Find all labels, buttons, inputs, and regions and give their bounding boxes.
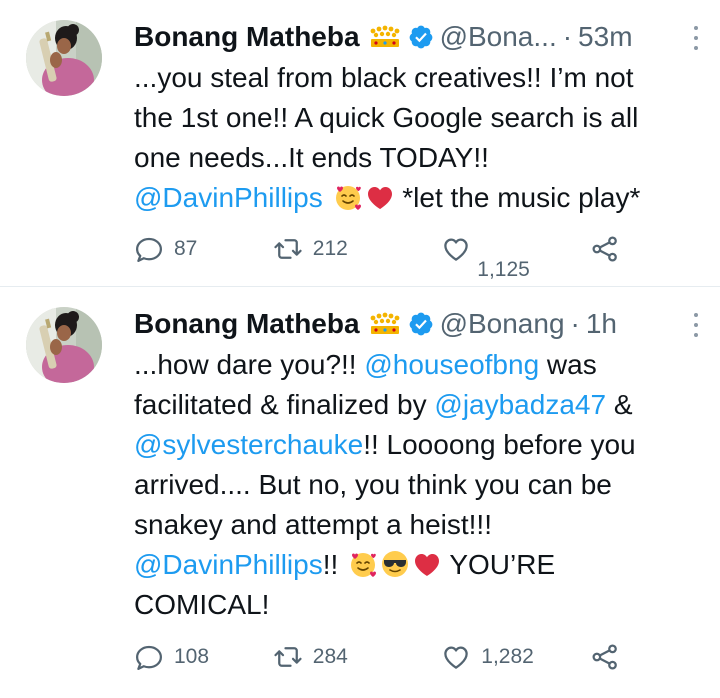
red-heart-emoji-icon (412, 549, 442, 579)
separator-dot: · (562, 21, 573, 52)
avatar-image (26, 20, 102, 96)
text-line: ...how dare you?!! @houseofbng was (134, 345, 700, 385)
smiling-face-with-hearts-emoji-icon (333, 182, 363, 212)
tweet-actions: 87 212 1,125 (134, 234, 620, 281)
text-line: facilitated & finalized by @jaybadza47 & (134, 385, 700, 425)
retweet-icon (273, 642, 303, 672)
text-line: @sylvesterchauke!! Loooong before you (134, 425, 700, 465)
like-count: 1,282 (481, 645, 534, 668)
tweet-header: Bonang Matheba @Bonang · 1h (134, 305, 700, 343)
author-handle[interactable]: @Bona... (440, 18, 557, 56)
retweet-button[interactable]: 212 (273, 234, 442, 264)
reply-icon (134, 234, 164, 264)
text-line: one needs...It ends TODAY!! (134, 142, 489, 173)
like-button[interactable]: 1,282 (441, 642, 590, 672)
author-name[interactable]: Bonang Matheba (134, 18, 360, 56)
text-line: the 1st one!! A quick Google search is a… (134, 102, 639, 133)
text-segment: was (539, 349, 597, 380)
text-segment: !! Loooong before you (363, 429, 636, 460)
sunglasses-emoji-icon (380, 549, 410, 579)
reply-icon (134, 642, 164, 672)
mention-link[interactable]: @DavinPhillips (134, 182, 323, 213)
text-segment: !! (322, 549, 347, 580)
reply-button[interactable]: 87 (134, 234, 273, 264)
reply-count: 87 (174, 237, 198, 260)
retweet-count: 284 (312, 645, 348, 668)
text-line: COMICAL! (134, 589, 270, 620)
heart-icon (441, 642, 471, 672)
heart-icon (441, 234, 471, 264)
avatar[interactable] (26, 20, 102, 96)
text-line: arrived.... But no, you think you can be (134, 469, 612, 500)
author-name[interactable]: Bonang Matheba (134, 305, 360, 343)
share-button[interactable] (590, 642, 620, 672)
text-segment: facilitated & finalized by (134, 389, 435, 420)
mention-link[interactable]: @DavinPhillips (134, 549, 323, 580)
share-button[interactable] (590, 234, 620, 264)
mention-link[interactable]: @houseofbng (364, 349, 539, 380)
smiling-face-with-hearts-emoji-icon (348, 549, 378, 579)
red-heart-emoji-icon (365, 182, 395, 212)
share-icon (590, 642, 620, 672)
mention-link[interactable]: @sylvesterchauke (134, 429, 363, 460)
tweet-content: Bonang Matheba @Bona... · 53m ...you ste… (134, 18, 700, 218)
text-segment: *let the music play* (394, 182, 641, 213)
retweet-button[interactable]: 284 (273, 642, 442, 672)
verified-badge-icon (408, 311, 434, 337)
tweet[interactable]: Bonang Matheba @Bonang · 1h ...how dare … (0, 287, 720, 698)
tweet-header: Bonang Matheba @Bona... · 53m (134, 18, 700, 56)
retweet-count: 212 (312, 237, 348, 260)
text-line: ...you steal from black creatives!! I’m … (134, 62, 634, 93)
verified-badge-icon (408, 24, 434, 50)
avatar-image (26, 307, 102, 383)
crown-emoji-icon (368, 311, 402, 337)
retweet-icon (273, 234, 303, 264)
more-options-icon[interactable] (692, 311, 700, 339)
tweet-content: Bonang Matheba @Bonang · 1h ...how dare … (134, 305, 700, 625)
tweet-text: ...you steal from black creatives!! I’m … (134, 58, 700, 218)
text-segment: YOU’RE (442, 549, 556, 580)
like-count: 1,125 (477, 258, 530, 281)
text-segment: & (606, 389, 633, 420)
tweet[interactable]: Bonang Matheba @Bona... · 53m ...you ste… (0, 0, 720, 286)
timestamp[interactable]: 53m (578, 18, 632, 56)
more-options-icon[interactable] (692, 24, 700, 52)
tweet-actions: 108 284 1,282 (134, 642, 620, 672)
separator-dot: · (570, 308, 580, 339)
timestamp[interactable]: 1h (586, 305, 617, 343)
text-line: @DavinPhillips *let the music play* (134, 178, 700, 218)
like-button[interactable]: 1,125 (441, 234, 590, 281)
avatar[interactable] (26, 307, 102, 383)
share-icon (590, 234, 620, 264)
tweet-text: ...how dare you?!! @houseofbng was facil… (134, 345, 700, 625)
reply-button[interactable]: 108 (134, 642, 273, 672)
text-line: snakey and attempt a heist!!! (134, 509, 492, 540)
reply-count: 108 (174, 645, 210, 668)
text-line: @DavinPhillips!! YOU’RE (134, 545, 700, 585)
text-segment: ...how dare you?!! (134, 349, 365, 380)
author-handle[interactable]: @Bonang (440, 305, 565, 343)
crown-emoji-icon (368, 24, 402, 50)
mention-link[interactable]: @jaybadza47 (434, 389, 606, 420)
